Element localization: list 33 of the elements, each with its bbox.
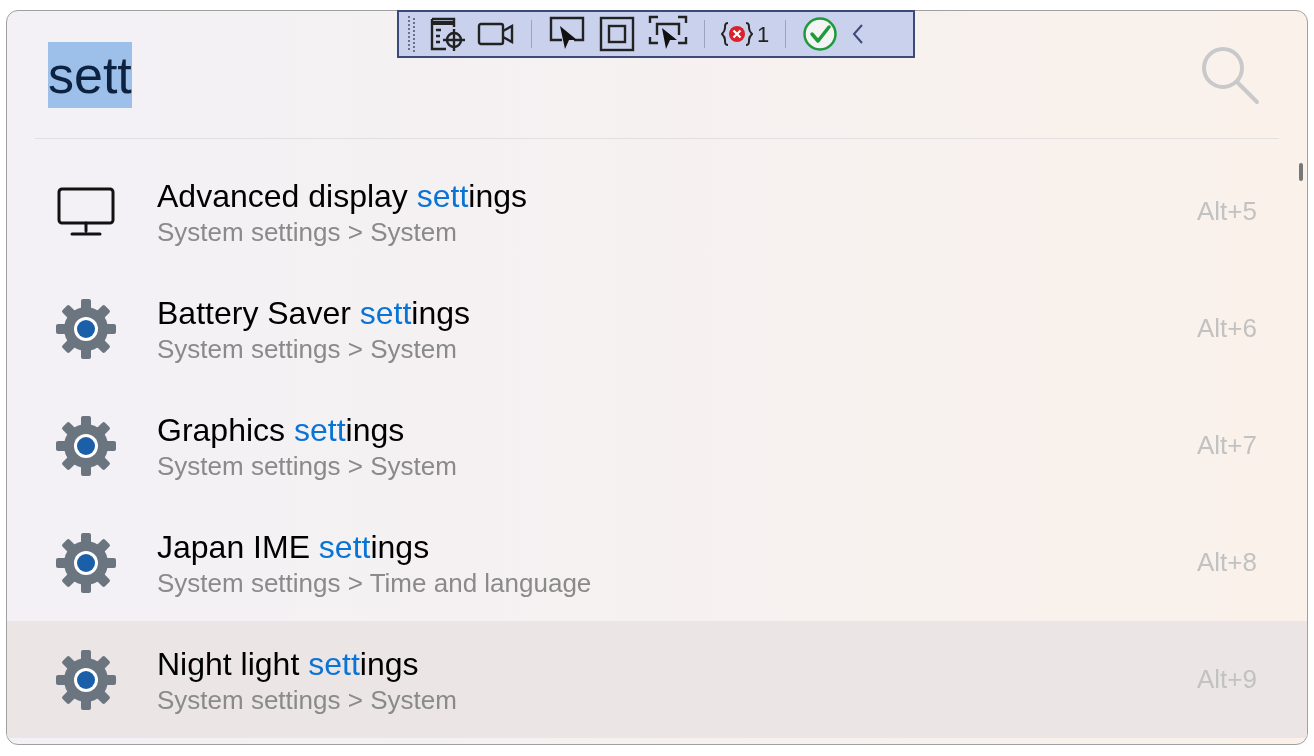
scrollbar-thumb[interactable] (1299, 163, 1303, 181)
gear-icon (54, 413, 118, 478)
result-subtitle: System settings > Time and language (157, 566, 593, 599)
gear-icon (54, 296, 118, 361)
shortcut-hint: Alt+7 (1197, 429, 1257, 462)
monitor-icon (56, 185, 116, 238)
check-circle-icon[interactable] (802, 16, 839, 52)
result-subtitle: System settings > System (157, 215, 458, 248)
shortcut-hint: Alt+6 (1197, 312, 1257, 345)
error-count: 1 (757, 20, 770, 49)
result-item[interactable]: Battery Saver settings System settings > System Alt+6 (7, 270, 1307, 387)
drag-grip-icon[interactable] (407, 16, 417, 52)
error-count-button[interactable]: 1 (721, 17, 770, 51)
gear-icon (54, 647, 118, 712)
result-title: Advanced display settings (157, 176, 528, 216)
video-camera-icon[interactable] (477, 20, 515, 48)
result-title: Night light settings (157, 644, 420, 684)
square-frame-icon[interactable] (598, 15, 636, 53)
shortcut-hint: Alt+5 (1197, 195, 1257, 228)
result-title: Battery Saver settings (157, 293, 472, 333)
result-item[interactable]: Advanced display settings System settings > System Alt+5 (7, 153, 1307, 270)
result-subtitle: System settings > System (157, 683, 458, 716)
result-title: Japan IME settings (157, 527, 431, 567)
result-title: Graphics settings (157, 410, 406, 450)
error-braces-icon (721, 21, 753, 47)
result-subtitle: System settings > System (157, 449, 458, 482)
result-subtitle: System settings > System (157, 332, 458, 365)
shortcut-hint: Alt+8 (1197, 546, 1257, 579)
gear-icon (54, 530, 118, 595)
search-field[interactable]: sett (48, 41, 132, 108)
window-target-icon[interactable] (429, 16, 465, 52)
result-item[interactable]: Graphics settings System settings > System Alt+7 (7, 387, 1307, 504)
result-item[interactable]: Japan IME settings System settings > Time and language Alt+8 (7, 504, 1307, 621)
